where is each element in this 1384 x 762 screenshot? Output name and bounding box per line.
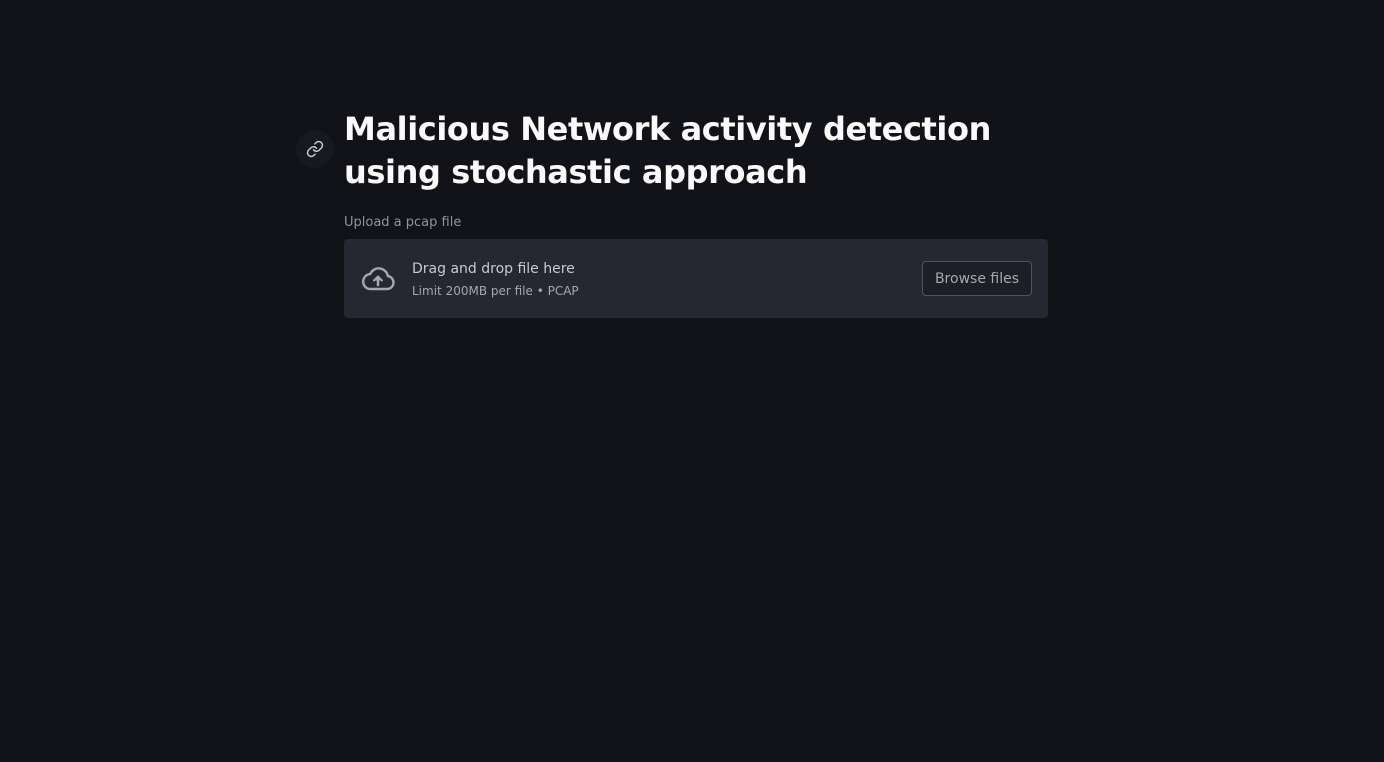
page-title: Malicious Network activity detection usi… (344, 110, 991, 191)
cloud-upload-icon (360, 264, 396, 294)
dropzone-limit: Limit 200MB per file • PCAP (412, 283, 579, 298)
dropzone-text: Drag and drop file here Limit 200MB per … (412, 259, 922, 299)
title-row: Malicious Network activity detection usi… (296, 108, 1048, 194)
file-uploader-label: Upload a pcap file (344, 215, 462, 230)
file-dropzone[interactable]: Drag and drop file here Limit 200MB per … (344, 239, 1048, 318)
browse-files-button[interactable]: Browse files (921, 261, 1032, 296)
main-content: Malicious Network activity detection usi… (296, 0, 1048, 318)
link-icon[interactable] (296, 130, 334, 168)
app-page: Malicious Network activity detection usi… (0, 0, 1384, 762)
dropzone-instruction: Drag and drop file here (412, 260, 575, 277)
